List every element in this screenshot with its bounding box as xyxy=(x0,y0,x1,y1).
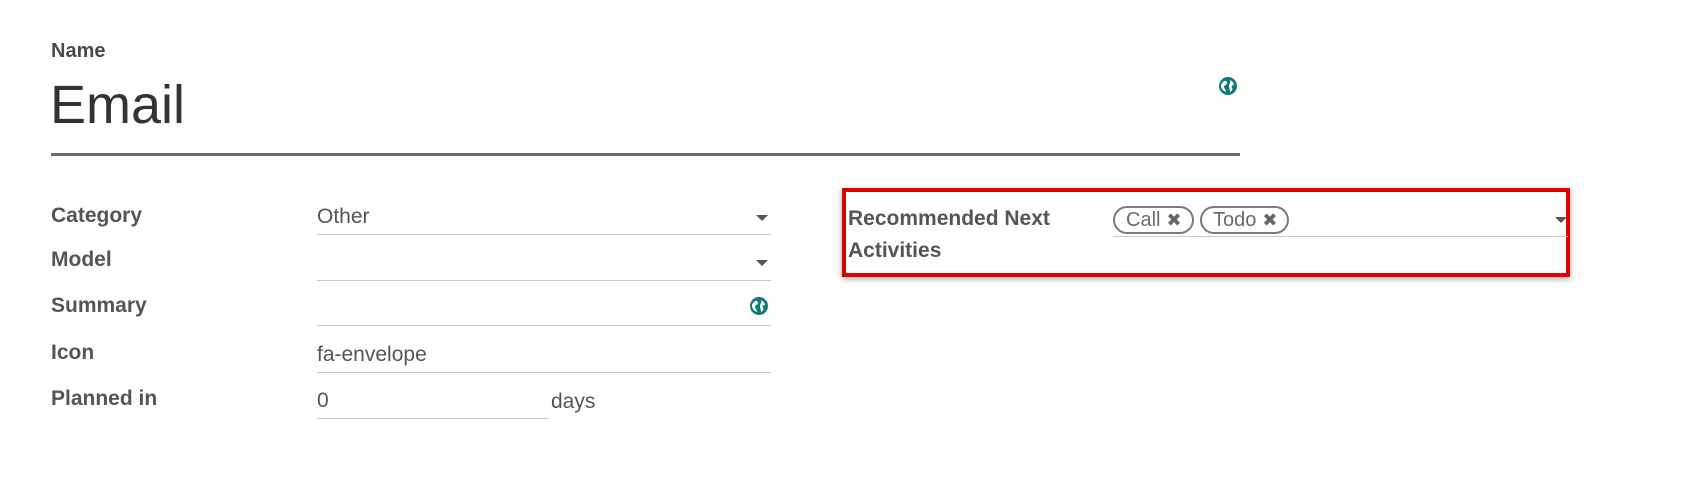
planned-in-field-line xyxy=(317,418,549,419)
recommended-field-line xyxy=(1113,236,1568,237)
recommended-label-line1: Recommended Next xyxy=(848,207,1050,230)
planned-in-unit: days xyxy=(551,390,596,413)
tag-todo: Todo ✖ xyxy=(1200,206,1290,234)
category-field-line xyxy=(317,234,771,235)
recommended-activities-input[interactable] xyxy=(1300,206,1550,234)
icon-label: Icon xyxy=(51,341,95,364)
remove-tag-todo-icon[interactable]: ✖ xyxy=(1262,211,1277,229)
recommended-activities-label: Recommended Next Activities xyxy=(848,203,1078,267)
summary-input[interactable] xyxy=(317,294,737,318)
summary-field-line xyxy=(317,325,771,326)
recommended-label-line2: Activities xyxy=(848,239,942,262)
model-label: Model xyxy=(51,248,112,271)
name-translate-globe-icon[interactable] xyxy=(1218,76,1238,96)
planned-in-input[interactable]: 0 xyxy=(317,389,329,413)
tag-call-label: Call xyxy=(1126,208,1161,231)
tag-todo-label: Todo xyxy=(1213,208,1257,231)
category-label: Category xyxy=(51,204,143,227)
summary-translate-globe-icon[interactable] xyxy=(749,296,769,316)
recommended-caret-down-icon[interactable] xyxy=(1555,217,1567,223)
icon-field-line xyxy=(317,372,771,373)
name-underline xyxy=(51,153,1240,156)
model-select-value[interactable] xyxy=(317,250,737,274)
tag-call: Call ✖ xyxy=(1113,206,1194,234)
remove-tag-call-icon[interactable]: ✖ xyxy=(1166,211,1181,229)
planned-in-label: Planned in xyxy=(51,387,158,410)
name-label: Name xyxy=(51,40,106,62)
icon-input[interactable]: fa-envelope xyxy=(317,343,427,367)
model-field-line xyxy=(317,280,771,281)
category-caret-down-icon[interactable] xyxy=(756,215,768,221)
summary-label: Summary xyxy=(51,294,147,317)
name-input[interactable]: Email xyxy=(50,78,185,132)
category-select-value[interactable]: Other xyxy=(317,205,370,229)
model-caret-down-icon[interactable] xyxy=(756,260,768,266)
